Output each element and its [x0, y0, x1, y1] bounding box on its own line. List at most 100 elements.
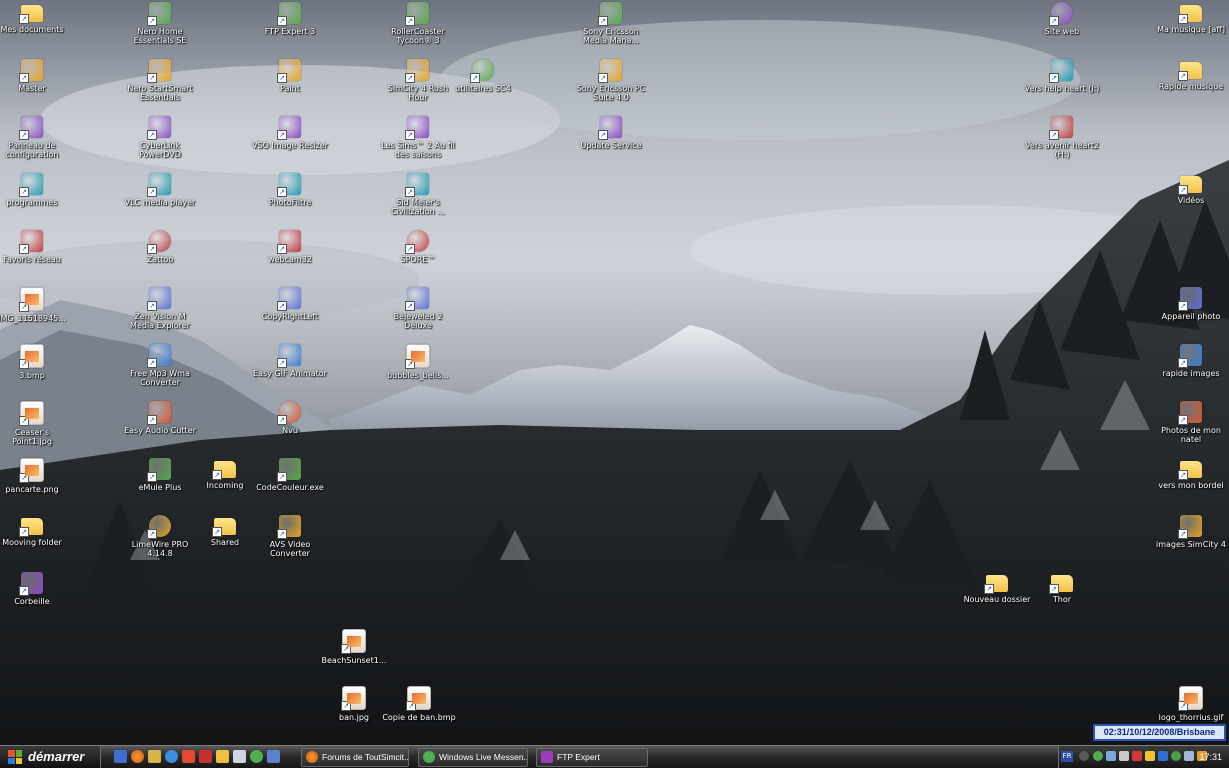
desktop-icon[interactable]: ↗ Vers help heart (J:)	[1024, 59, 1100, 115]
desktop-icon[interactable]: ↗ programmes	[0, 173, 70, 229]
desktop-icon[interactable]: ↗ Easy Audio Cutter	[122, 401, 198, 457]
desktop-icon[interactable]: ↗ Easy GIF Animator	[252, 344, 328, 400]
image-file-icon: ↗	[19, 401, 44, 426]
shortcut-arrow-icon: ↗	[1178, 358, 1188, 368]
desktop-icon[interactable]: ↗ Mes documents	[0, 2, 70, 58]
desktop-icon[interactable]: ↗ pancarte.png	[0, 458, 70, 514]
mail-icon[interactable]	[233, 750, 246, 763]
desktop-icon[interactable]: ↗ SPORE™	[380, 230, 456, 286]
desktop-icon[interactable]: ↗ Les Sims™ 2 Au fil des saisons	[380, 116, 456, 172]
ie-icon[interactable]	[165, 750, 178, 763]
desktop-icon[interactable]: ↗ Zen Vision M Media Explorer	[122, 287, 198, 343]
control-panel-icon: ↗	[19, 116, 43, 140]
desktop-icon[interactable]: ↗ Vers avenir heart2 (H:)	[1024, 116, 1100, 172]
desktop-icon[interactable]: ↗ Ma musique [aff]	[1153, 2, 1229, 58]
desktop-icon[interactable]: ↗ Bejeweled 2 Deluxe	[380, 287, 456, 343]
desktop-icon[interactable]: ↗ BeachSunset1...	[316, 629, 392, 685]
network-tray-icon[interactable]	[1106, 751, 1116, 761]
desktop-icon[interactable]: ↗ VSO Image Resizer	[252, 116, 328, 172]
webcam-quick-icon[interactable]	[199, 750, 212, 763]
app-tray-icon[interactable]	[1158, 751, 1168, 761]
desktop-icon[interactable]: ↗ Panneau de configuration	[0, 116, 70, 172]
desktop-icon[interactable]: ↗ Thor	[1024, 572, 1100, 628]
desktop-icon[interactable]: ↗ VLC media player	[122, 173, 198, 229]
desktop-icon[interactable]: ↗ IMG_11518945...	[0, 287, 70, 343]
security-tray-icon[interactable]	[1132, 751, 1142, 761]
desktop-icon[interactable]: ↗ Mooving folder	[0, 515, 70, 571]
sims-icon: ↗	[405, 116, 429, 140]
firefox-icon[interactable]	[131, 750, 144, 763]
sync-tray-icon[interactable]	[1171, 751, 1181, 761]
vlc-cone-icon: ↗	[147, 173, 171, 197]
photofiltre-icon: ↗	[277, 173, 301, 197]
desktop-icon[interactable]: ↗ Favoris réseau	[0, 230, 70, 286]
video-converter-icon: ↗	[277, 515, 301, 539]
desktop-icon[interactable]: ↗ RollerCoaster Tycoon® 3	[380, 2, 456, 58]
desktop-icon[interactable]: ↗ Nero Home Essentials SE	[122, 2, 198, 58]
wifi-tray-icon[interactable]	[1184, 751, 1194, 761]
desktop-icon[interactable]: ↗ Zattoo	[122, 230, 198, 286]
desktop-icon-label: Photos de mon natel	[1161, 426, 1221, 444]
desktop-icon[interactable]: ↗ webcam32	[252, 230, 328, 286]
desktop-icon[interactable]: ↗ 3.bmp	[0, 344, 70, 400]
desktop-icon[interactable]: ↗ Corbeille	[0, 572, 70, 628]
desktop-icon[interactable]: ↗ Sony Ericsson Media Mana...	[573, 2, 649, 58]
desktop-icon[interactable]: ↗ Nero StartSmart Essentials	[122, 59, 198, 115]
task-forums[interactable]: Forums de ToutSimcit...	[301, 748, 409, 767]
desktop-icon[interactable]: ↗ Copie de ban.bmp	[381, 686, 457, 742]
expand-tray-icon[interactable]	[1079, 751, 1089, 761]
desktop-icon[interactable]: ↗ PhotoFiltre	[252, 173, 328, 229]
desktop-icon[interactable]: ↗ Appareil photo	[1153, 287, 1229, 343]
desktop-icon[interactable]: ↗ FTP Expert 3	[252, 2, 328, 58]
desktop-icon[interactable]: ↗ Master	[0, 59, 70, 115]
desktop-icon[interactable]: ↗ Free Mp3 Wma Converter	[122, 344, 198, 400]
desktop-icon[interactable]: ↗ Paint	[252, 59, 328, 115]
folder-icon: ↗	[212, 518, 236, 537]
desktop-icon-label: Mooving folder	[2, 538, 62, 547]
desktop-icon[interactable]: ↗ Ceaser's Point1.jpg	[0, 401, 70, 457]
image-file-icon: ↗	[341, 686, 366, 711]
shortcut-arrow-icon: ↗	[1178, 71, 1188, 81]
desktop-icon[interactable]: ↗ vers mon bordel	[1153, 458, 1229, 514]
shortcut-arrow-icon: ↗	[405, 301, 415, 311]
update-tray-icon[interactable]	[1145, 751, 1155, 761]
desktop-icon[interactable]: ↗ AVS Video Converter	[252, 515, 328, 571]
explorer-icon[interactable]	[148, 750, 161, 763]
desktop-icon[interactable]: ↗ Photos de mon natel	[1153, 401, 1229, 457]
simcity-images-icon: ↗	[1178, 515, 1202, 539]
desktop-icon[interactable]: ↗ Rapide musique	[1153, 59, 1229, 115]
music-folder-icon: ↗	[1178, 62, 1202, 81]
nero-startsmart-icon: ↗	[147, 59, 171, 83]
media-icon[interactable]	[182, 750, 195, 763]
messenger-tray-icon[interactable]	[1093, 751, 1103, 761]
app-quick-icon[interactable]	[267, 750, 280, 763]
desktop-icon[interactable]: ↗ Vidéos	[1153, 173, 1229, 229]
task-messenger[interactable]: Windows Live Messen...	[418, 748, 528, 767]
volume-tray-icon[interactable]	[1119, 751, 1129, 761]
language-indicator[interactable]: FR	[1061, 751, 1073, 762]
webcam-icon: ↗	[277, 230, 301, 254]
desktop-icon[interactable]: ↗ Nvu	[252, 401, 328, 457]
show-desktop-icon[interactable]	[114, 750, 127, 763]
start-button[interactable]: démarrer	[0, 746, 101, 768]
desktop-icon[interactable]: ↗ Sid Meier's Civilization ...	[380, 173, 456, 229]
taskbar-clock[interactable]: 17:31	[1199, 746, 1222, 768]
messenger-quick-icon[interactable]	[250, 750, 263, 763]
desktop-icon[interactable]: ↗ Sony Ericsson PC Suite 4.0	[573, 59, 649, 115]
firefox-icon	[306, 751, 318, 763]
winamp-icon[interactable]	[216, 750, 229, 763]
task-label: Windows Live Messen...	[439, 752, 528, 762]
desktop-icon[interactable]: ↗ CodeCouleur.exe	[252, 458, 328, 514]
desktop-icon[interactable]: ↗ images SimCity 4	[1153, 515, 1229, 571]
desktop-icon[interactable]: ↗ Update Service	[573, 116, 649, 172]
desktop-icon[interactable]: ↗ CopyRightLeft	[252, 287, 328, 343]
desktop-icon[interactable]: ↗ Site web	[1024, 2, 1100, 58]
limewire-icon: ↗	[147, 515, 171, 539]
desktop-icon[interactable]: ↗ CyberLink PowerDVD	[122, 116, 198, 172]
shortcut-arrow-icon: ↗	[147, 16, 157, 26]
task-ftp-expert[interactable]: FTP Expert	[536, 748, 648, 767]
desktop-icon[interactable]: ↗ rapide images	[1153, 344, 1229, 400]
desktop-icon[interactable]: ↗ utilitaires SC4	[445, 59, 521, 115]
desktop-icon[interactable]: ↗ bubbles_belis...	[380, 344, 456, 400]
bitmap-file-icon: ↗	[19, 344, 44, 369]
